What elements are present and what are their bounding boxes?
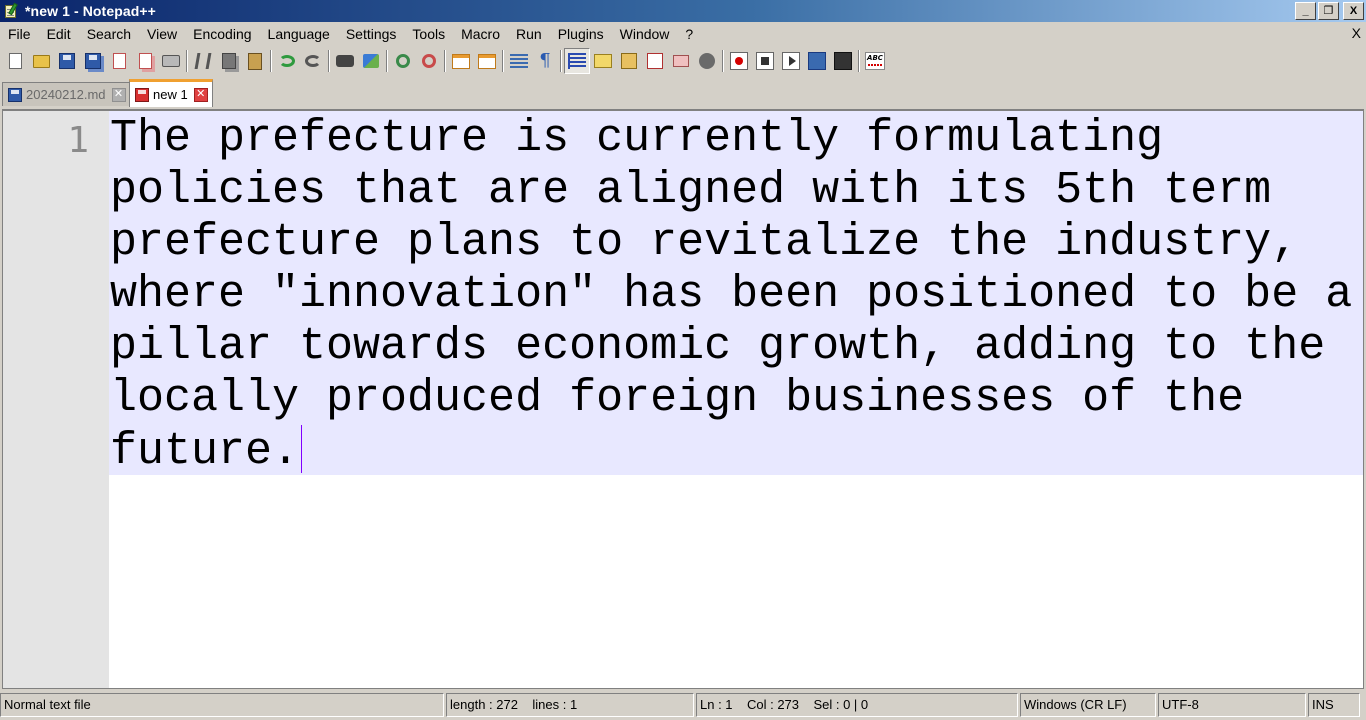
status-length-lines: length : 272 lines : 1 <box>446 693 694 717</box>
status-file-type: Normal text file <box>0 693 444 717</box>
text-content[interactable]: The prefecture is currently formulating … <box>110 113 1362 478</box>
status-eol[interactable]: Windows (CR LF) <box>1020 693 1156 717</box>
notepad-plus-plus-icon[interactable] <box>3 2 19 19</box>
monitoring-icon[interactable] <box>668 48 694 74</box>
toolbar-separator <box>560 50 562 72</box>
menu-run[interactable]: Run <box>508 22 550 46</box>
unsaved-file-icon <box>135 87 149 102</box>
word-wrap-icon[interactable] <box>506 48 532 74</box>
menu-search[interactable]: Search <box>79 22 139 46</box>
playback-macro-icon[interactable] <box>778 48 804 74</box>
menu-window[interactable]: Window <box>612 22 678 46</box>
status-cursor-position: Ln : 1 Col : 273 Sel : 0 | 0 <box>696 693 1018 717</box>
menu-help[interactable]: ? <box>677 22 701 46</box>
save-icon[interactable] <box>54 48 80 74</box>
sync-vertical-icon[interactable] <box>448 48 474 74</box>
menu-file[interactable]: File <box>0 22 39 46</box>
status-encoding[interactable]: UTF-8 <box>1158 693 1306 717</box>
editor-area[interactable]: 1 The prefecture is currently formulatin… <box>2 109 1364 689</box>
menu-settings[interactable]: Settings <box>338 22 405 46</box>
menu-encoding[interactable]: Encoding <box>185 22 259 46</box>
toolbar-separator <box>186 50 188 72</box>
cut-icon[interactable] <box>190 48 216 74</box>
paste-icon[interactable] <box>242 48 268 74</box>
menu-view[interactable]: View <box>139 22 185 46</box>
close-icon[interactable] <box>106 48 132 74</box>
find-icon[interactable] <box>332 48 358 74</box>
zoom-in-icon[interactable] <box>390 48 416 74</box>
close-document-button[interactable]: X <box>1352 25 1361 41</box>
indent-guide-icon[interactable] <box>564 48 590 74</box>
zoom-out-icon[interactable] <box>416 48 442 74</box>
save-all-icon[interactable] <box>80 48 106 74</box>
close-window-button[interactable]: X <box>1343 2 1364 20</box>
replace-icon[interactable] <box>358 48 384 74</box>
menu-language[interactable]: Language <box>260 22 338 46</box>
save-macro-icon[interactable] <box>830 48 856 74</box>
tab-close-icon[interactable]: ✕ <box>111 87 126 102</box>
new-file-icon[interactable] <box>2 48 28 74</box>
toolbar-separator <box>444 50 446 72</box>
tab-close-icon[interactable]: ✕ <box>193 87 208 102</box>
print-icon[interactable] <box>158 48 184 74</box>
undo-icon[interactable] <box>274 48 300 74</box>
menu-bar: File Edit Search View Encoding Language … <box>0 22 1366 46</box>
menu-edit[interactable]: Edit <box>39 22 79 46</box>
line-number-gutter: 1 <box>3 111 109 688</box>
tab-label: 20240212.md <box>26 87 106 102</box>
toolbar-separator <box>858 50 860 72</box>
redo-icon[interactable] <box>300 48 326 74</box>
menu-plugins[interactable]: Plugins <box>550 22 612 46</box>
function-list-icon[interactable] <box>616 48 642 74</box>
toolbar-separator <box>328 50 330 72</box>
toolbar-separator <box>386 50 388 72</box>
status-insert-mode[interactable]: INS <box>1308 693 1360 717</box>
tab-20240212-md[interactable]: 20240212.md ✕ <box>2 82 131 106</box>
tab-new-1[interactable]: new 1 ✕ <box>129 79 213 107</box>
window-title: *new 1 - Notepad++ <box>25 3 156 19</box>
toolbar: ¶ ABC <box>2 46 888 76</box>
run-macro-multiple-icon[interactable] <box>804 48 830 74</box>
document-map-icon[interactable] <box>590 48 616 74</box>
menu-macro[interactable]: Macro <box>453 22 508 46</box>
line-number: 1 <box>67 120 89 161</box>
restore-button[interactable]: ❐ <box>1318 2 1339 20</box>
stop-macro-icon[interactable] <box>752 48 778 74</box>
title-bar: *new 1 - Notepad++ _ ❐ X <box>0 0 1366 22</box>
copy-icon[interactable] <box>216 48 242 74</box>
toolbar-separator <box>502 50 504 72</box>
spell-check-icon[interactable]: ABC <box>862 48 888 74</box>
minimize-button[interactable]: _ <box>1295 2 1316 20</box>
text-caret <box>301 425 303 473</box>
toolbar-separator <box>270 50 272 72</box>
show-all-chars-icon[interactable]: ¶ <box>532 48 558 74</box>
document-text: The prefecture is currently formulating … <box>110 113 1353 477</box>
record-icon[interactable] <box>694 48 720 74</box>
tab-bar: 20240212.md ✕ new 1 ✕ <box>0 78 1366 108</box>
tab-label: new 1 <box>153 87 188 102</box>
toolbar-separator <box>722 50 724 72</box>
close-all-icon[interactable] <box>132 48 158 74</box>
saved-file-icon <box>8 87 22 102</box>
record-macro-icon[interactable] <box>726 48 752 74</box>
status-bar: Normal text file length : 272 lines : 1 … <box>0 693 1366 720</box>
menu-tools[interactable]: Tools <box>404 22 453 46</box>
folder-workspace-icon[interactable] <box>642 48 668 74</box>
open-file-icon[interactable] <box>28 48 54 74</box>
sync-horizontal-icon[interactable] <box>474 48 500 74</box>
